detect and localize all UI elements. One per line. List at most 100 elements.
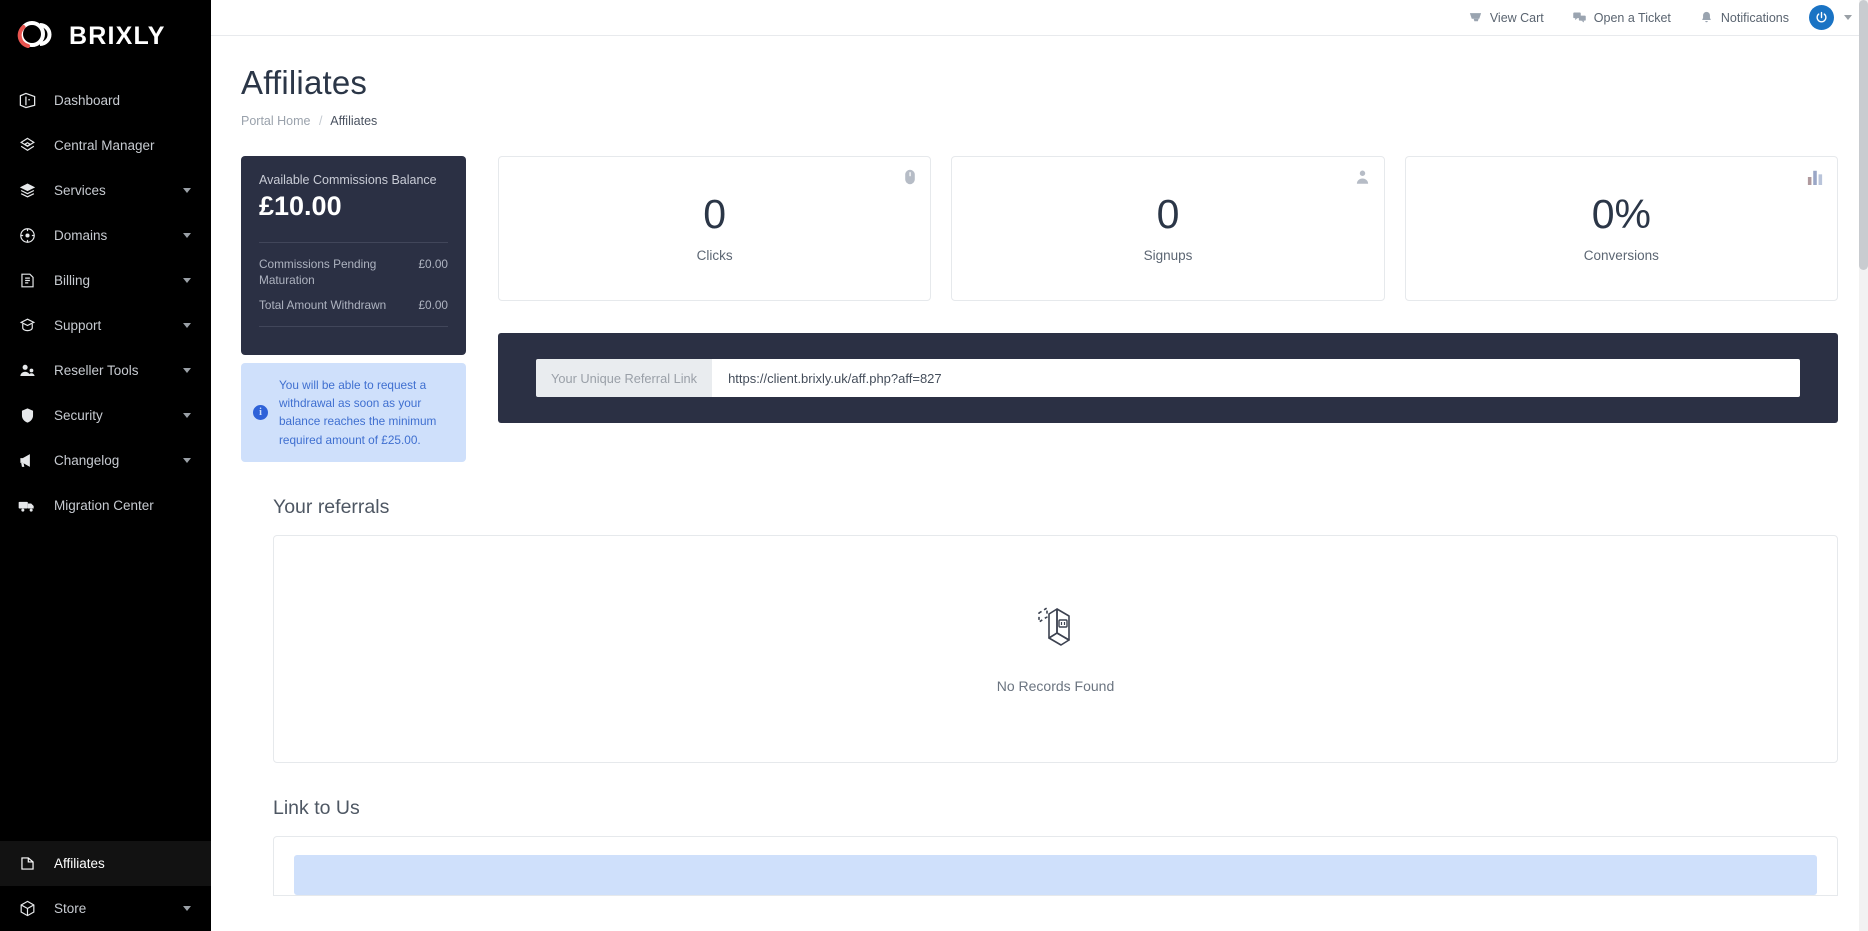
sidebar-item-billing[interactable]: Billing [0,258,211,303]
balance-row-key: Commissions Pending Maturation [259,257,377,287]
stat-card-conversions: 0% Conversions [1404,156,1838,301]
sidebar-item-central-manager[interactable]: Central Manager [0,123,211,168]
stat-value: 0% [1591,191,1651,237]
commissions-balance-card: Available Commissions Balance £10.00 Com… [241,156,466,355]
breadcrumb-current: Affiliates [330,114,378,128]
affiliates-icon [14,853,40,875]
link-to-us-panel [273,835,1838,896]
sidebar-item-label: Migration Center [54,498,154,513]
balance-amount: £10.00 [259,191,342,221]
sidebar-item-affiliates[interactable]: Affiliates [0,841,211,886]
person-icon [1355,169,1370,190]
mouse-icon [904,169,916,190]
page-header: Affiliates Portal Home / Affiliates [211,36,1868,128]
power-icon[interactable] [1809,5,1834,30]
brand-logo[interactable]: BRIXLY [0,0,211,56]
chevron-down-icon[interactable] [183,368,191,373]
sidebar-item-label: Changelog [54,453,120,468]
open-ticket-label: Open a Ticket [1593,10,1671,25]
sidebar-item-services[interactable]: Services [0,168,211,213]
stat-card-signups: 0 Signups [951,156,1385,301]
withdrawal-info-alert: i You will be able to request a withdraw… [241,362,466,462]
page-scrollbar[interactable] [1859,0,1868,931]
sidebar-item-reseller-tools[interactable]: Reseller Tools [0,348,211,393]
services-icon [14,180,40,202]
referrals-panel: No Records Found [273,534,1838,763]
page-title: Affiliates [241,64,368,101]
balance-row-key: Total Amount Withdrawn [259,297,387,312]
view-cart-label: View Cart [1489,10,1544,25]
balance-row: Total Amount Withdrawn £0.00 [259,298,448,314]
bell-icon [1699,10,1714,25]
sidebar-item-dashboard[interactable]: Dashboard [0,78,211,123]
sidebar-item-label: Domains [54,228,108,243]
truck-icon [14,495,40,517]
support-icon [14,315,40,337]
breadcrumb-separator: / [318,114,323,128]
sidebar-item-domains[interactable]: Domains [0,213,211,258]
dashboard-icon [14,90,40,112]
sidebar-item-label: Dashboard [54,93,121,108]
sidebar-item-label: Billing [54,273,91,288]
balance-label: Available Commissions Balance [259,173,437,187]
topbar: View Cart Open a Ticket Notifications [211,0,1868,36]
referral-link-bar: Your Unique Referral Link [498,333,1838,423]
stat-label: Signups [1143,248,1193,263]
stat-cards: 0 Clicks 0 Signups 0% Conversions [498,156,1838,301]
chevron-down-icon[interactable] [183,233,191,238]
scrollbar-thumb[interactable] [1859,0,1868,270]
sidebar-item-label: Central Manager [54,138,155,153]
chevron-down-icon[interactable] [183,323,191,328]
breadcrumb-portal-home[interactable]: Portal Home [241,114,310,128]
sidebar-item-migration-center[interactable]: Migration Center [0,483,211,528]
chevron-down-icon[interactable] [183,278,191,283]
stat-value: 0 [1156,191,1180,237]
divider [259,325,448,327]
balance-row-value: £0.00 [418,257,448,271]
open-ticket-link[interactable]: Open a Ticket [1558,10,1685,25]
notifications-label: Notifications [1720,10,1789,25]
referrals-title: Your referrals [273,495,390,518]
sidebar-item-label: Store [54,901,87,916]
chevron-down-icon[interactable] [183,413,191,418]
referrals-section: Your referrals No Records Found Link to … [211,496,1868,896]
referral-input-group: Your Unique Referral Link [536,359,1800,397]
domains-icon [14,225,40,247]
balance-row-value: £0.00 [418,297,448,312]
breadcrumb: Portal Home / Affiliates [241,114,1868,128]
view-cart-link[interactable]: View Cart [1454,10,1558,25]
cart-icon [1468,10,1483,25]
central-manager-icon [14,135,40,157]
sidebar-item-security[interactable]: Security [0,393,211,438]
affiliate-overview-row: Available Commissions Balance £10.00 Com… [211,128,1868,462]
link-to-us-title: Link to Us [273,796,360,819]
balance-column: Available Commissions Balance £10.00 Com… [241,156,466,462]
sidebar-item-label: Reseller Tools [54,363,139,378]
billing-icon [14,270,40,292]
withdrawal-info-text: You will be able to request a withdrawal… [279,377,437,447]
page-body: Affiliates Portal Home / Affiliates Avai… [211,36,1868,896]
stats-column: 0 Clicks 0 Signups 0% Conversions Your U… [466,156,1838,462]
chevron-down-icon[interactable] [1844,15,1852,20]
chevron-down-icon[interactable] [183,906,191,911]
store-icon [14,898,40,920]
sidebar-item-changelog[interactable]: Changelog [0,438,211,483]
stat-card-clicks: 0 Clicks [498,156,932,301]
reseller-tools-icon [14,360,40,382]
chevron-down-icon[interactable] [183,458,191,463]
stat-label: Clicks [696,248,733,263]
link-to-us-alert [294,854,1817,895]
sidebar-bottom-nav: Affiliates Store [0,841,211,931]
empty-box-icon [1033,603,1079,658]
divider [259,242,448,243]
sidebar-item-support[interactable]: Support [0,303,211,348]
notifications-link[interactable]: Notifications [1685,10,1803,25]
stat-value: 0 [703,191,727,237]
chevron-down-icon[interactable] [183,188,191,193]
sidebar-item-label: Security [54,408,103,423]
referral-link-input[interactable] [712,359,1800,397]
sidebar-item-store[interactable]: Store [0,886,211,931]
sidebar: BRIXLY Dashboard Central Manager Service… [0,0,211,931]
main-content: View Cart Open a Ticket Notifications Af… [211,0,1868,931]
empty-state-text: No Records Found [996,678,1115,695]
